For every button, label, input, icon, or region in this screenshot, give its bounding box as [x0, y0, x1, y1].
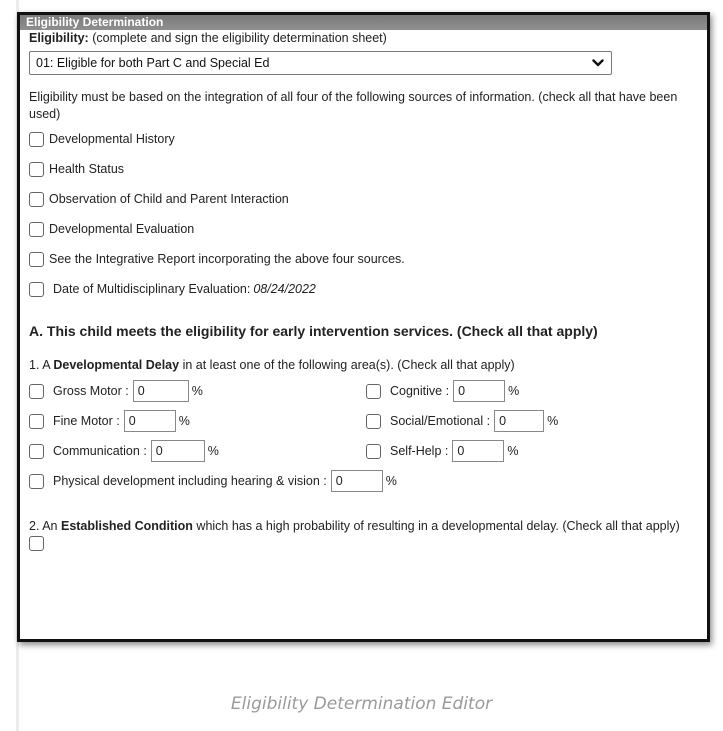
eligibility-label-row: Eligibility: (complete and sign the elig… — [29, 31, 701, 45]
fine-motor-label: Fine Motor : — [53, 414, 120, 428]
social-emotional-input[interactable]: 0 — [494, 410, 545, 432]
eligibility-select[interactable]: 01: Eligible for both Part C and Special… — [29, 51, 612, 75]
delay-bold: Developmental Delay — [53, 358, 180, 372]
developmental-delay-intro: 1. A Developmental Delay in at least one… — [29, 356, 701, 374]
developmental-history-checkbox[interactable] — [29, 131, 44, 147]
source-developmental-evaluation: Developmental Evaluation — [29, 214, 701, 244]
cognitive-label: Cognitive : — [390, 384, 450, 398]
source-developmental-history: Developmental History — [29, 124, 701, 154]
developmental-history-label: Developmental History — [49, 132, 175, 146]
self-help-input[interactable]: 0 — [452, 440, 505, 462]
integrative-report-label: See the Integrative Report incorporating… — [49, 252, 405, 266]
communication-input[interactable]: 0 — [150, 440, 205, 462]
evaluation-date-label: Date of Multidisciplinary Evaluation: — [53, 282, 251, 296]
chevron-down-icon — [591, 56, 605, 70]
delay-row-2: Fine Motor : 0 % Social/Emotional : 0 % — [29, 406, 701, 436]
section-a-heading: A. This child meets the eligibility for … — [29, 323, 598, 339]
physical-development-percent: % — [385, 474, 397, 488]
communication-percent: % — [207, 444, 219, 458]
delay-prefix: 1. A — [29, 358, 54, 372]
evaluation-date-value: 08/24/2022 — [253, 282, 316, 296]
delay-suffix: in at least one of the following area(s)… — [179, 358, 515, 372]
evaluation-date-checkbox[interactable] — [29, 281, 44, 297]
eligibility-select-value: 01: Eligible for both Part C and Special… — [36, 56, 270, 70]
health-status-label: Health Status — [49, 162, 125, 176]
sources-instructions: Eligibility must be based on the integra… — [29, 90, 678, 121]
eligibility-label: Eligibility: — [29, 31, 89, 45]
fine-motor-percent: % — [178, 414, 190, 428]
source-health-status: Health Status — [29, 154, 701, 184]
delay-row-3: Communication : 0 % Self-Help : 0 % — [29, 436, 701, 466]
self-help-label: Self-Help : — [390, 444, 449, 458]
source-integrative-report: See the Integrative Report incorporating… — [29, 244, 701, 274]
social-emotional-checkbox[interactable] — [366, 413, 381, 429]
condition-prefix: 2. An — [29, 519, 61, 533]
cognitive-percent: % — [508, 384, 520, 398]
source-observation: Observation of Child and Parent Interact… — [29, 184, 701, 214]
gross-motor-percent: % — [191, 384, 203, 398]
developmental-evaluation-checkbox[interactable] — [29, 221, 44, 237]
fine-motor-checkbox[interactable] — [29, 413, 44, 429]
communication-checkbox[interactable] — [29, 443, 44, 459]
established-condition-checkbox[interactable] — [29, 536, 44, 552]
communication-label: Communication : — [53, 444, 147, 458]
developmental-evaluation-label: Developmental Evaluation — [49, 222, 195, 236]
social-emotional-label: Social/Emotional : — [390, 414, 491, 428]
observation-checkbox[interactable] — [29, 191, 44, 207]
figure-caption: Eligibility Determination Editor — [230, 694, 493, 714]
self-help-percent: % — [507, 444, 519, 458]
physical-development-checkbox[interactable] — [29, 473, 44, 489]
section-header: Eligibility Determination — [20, 15, 707, 30]
eligibility-editor-panel: Eligibility Determination Eligibility: (… — [17, 12, 710, 642]
physical-development-input[interactable]: 0 — [330, 470, 383, 492]
physical-development-label: Physical development including hearing &… — [53, 474, 327, 488]
gross-motor-checkbox[interactable] — [29, 383, 44, 399]
gross-motor-label: Gross Motor : — [53, 384, 129, 398]
editor-content: Eligibility: (complete and sign the elig… — [20, 30, 707, 552]
integrative-report-checkbox[interactable] — [29, 251, 44, 267]
eligibility-note: (complete and sign the eligibility deter… — [88, 31, 387, 45]
self-help-checkbox[interactable] — [366, 443, 381, 459]
social-emotional-percent: % — [547, 414, 559, 428]
delay-row-1: Gross Motor : 0 % Cognitive : 0 % — [29, 376, 701, 406]
fine-motor-input[interactable]: 0 — [123, 410, 176, 432]
cognitive-checkbox[interactable] — [366, 383, 381, 399]
gross-motor-input[interactable]: 0 — [132, 380, 189, 402]
cognitive-input[interactable]: 0 — [453, 380, 506, 402]
observation-label: Observation of Child and Parent Interact… — [49, 192, 289, 206]
condition-suffix: which has a high probability of resultin… — [192, 519, 680, 533]
health-status-checkbox[interactable] — [29, 161, 44, 177]
delay-row-4: Physical development including hearing &… — [29, 466, 701, 496]
evaluation-date-row: Date of Multidisciplinary Evaluation: 08… — [29, 274, 701, 304]
established-condition-intro: 2. An Established Condition which has a … — [29, 518, 701, 535]
condition-bold: Established Condition — [60, 519, 193, 533]
